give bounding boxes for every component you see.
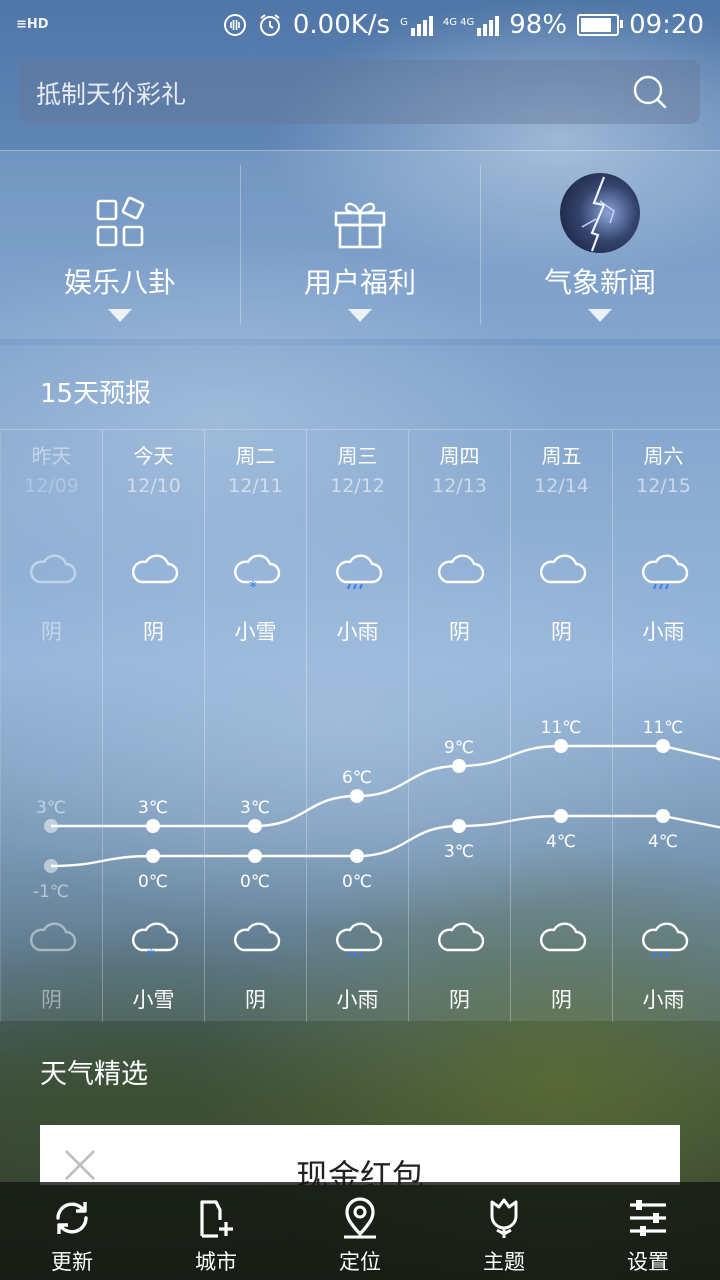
lightning-thumbnail xyxy=(560,173,640,253)
ad-card[interactable]: 现金红包 xyxy=(40,1125,680,1185)
nav-label: 主题 xyxy=(483,1250,525,1274)
high-temp-label: 11℃ xyxy=(643,718,684,738)
vibrate-icon xyxy=(223,14,246,36)
low-temp-point xyxy=(146,849,160,863)
status-bar: ≡HD 0.00K/s G 4G 4G 98% 09:20 xyxy=(0,0,720,50)
forecast-title: 15天预报 xyxy=(40,379,152,409)
weather-picks-title: 天气精选 xyxy=(40,1059,148,1090)
high-temp-label: 11℃ xyxy=(541,718,582,738)
low-temp-point xyxy=(656,809,670,823)
high-temp-point xyxy=(350,789,364,803)
low-temp-point xyxy=(44,859,58,873)
high-temp-label: 3℃ xyxy=(138,798,168,818)
category-label: 用户福利 xyxy=(303,266,416,299)
high-temp-point xyxy=(554,739,568,753)
high-temp-point xyxy=(452,759,466,773)
low-temp-label: 4℃ xyxy=(648,832,678,852)
low-temp-label: 3℃ xyxy=(444,842,474,862)
low-temp-label: 0℃ xyxy=(342,872,372,892)
low-temp-label: 0℃ xyxy=(138,872,168,892)
battery-percent: 98% xyxy=(509,10,568,40)
gift-icon xyxy=(334,202,386,249)
forecast-panel: 15天预报 周六 12/15 小雨 小雨 周五 12/14 阴阴周四 12/13 阴阴周三 12/… xyxy=(0,345,720,1022)
chevron-down-icon xyxy=(588,309,612,322)
high-temp-point xyxy=(248,819,262,833)
high-temp-label: 6℃ xyxy=(342,768,372,788)
ad-title: 现金红包 xyxy=(295,1157,424,1185)
high-temp-label: 3℃ xyxy=(240,798,270,818)
category-label: 气象新闻 xyxy=(543,266,656,299)
forecast-grid[interactable]: 周六 12/15 小雨 小雨 周五 12/14 阴阴周四 12/13 阴阴周三 12/12 小雨 小雨… xyxy=(0,429,720,1022)
low-temp-point xyxy=(350,849,364,863)
low-temp-label: 0℃ xyxy=(240,872,270,892)
low-temp-label: -1℃ xyxy=(33,882,69,902)
signal-icon-2: 4G 4G xyxy=(443,14,500,36)
nav-label: 城市 xyxy=(195,1250,237,1274)
nav-label: 设置 xyxy=(627,1250,669,1274)
high-temp-point xyxy=(656,739,670,753)
chevron-down-icon xyxy=(348,309,372,322)
category-weather-news[interactable]: 气象新闻 xyxy=(480,151,720,339)
high-temp-label: 9℃ xyxy=(444,738,474,758)
theme-flower-icon xyxy=(490,1198,518,1238)
chevron-down-icon xyxy=(108,309,132,322)
alarm-icon xyxy=(259,14,280,36)
search-bar[interactable]: 抵制天价彩礼 xyxy=(20,60,700,124)
high-temp-label: 3℃ xyxy=(36,798,66,818)
high-temp-point xyxy=(44,819,58,833)
battery-icon xyxy=(577,14,624,36)
nav-refresh[interactable]: 更新 xyxy=(0,1182,144,1280)
category-label: 娱乐八卦 xyxy=(63,266,176,299)
low-temp-point xyxy=(452,819,466,833)
search-icon[interactable] xyxy=(632,74,668,110)
low-temp-label: 4℃ xyxy=(546,832,576,852)
search-input[interactable]: 抵制天价彩礼 xyxy=(36,75,186,111)
nav-location[interactable]: 定位 xyxy=(288,1182,432,1280)
high-temp-point xyxy=(146,819,160,833)
net-speed: 0.00K/s xyxy=(292,10,391,40)
location-icon xyxy=(344,1197,376,1239)
apps-icon xyxy=(96,196,145,247)
nav-label: 定位 xyxy=(339,1250,381,1274)
temperature-chart: 3℃ -1℃ 3℃ 0℃ 3℃ 0℃ 6℃ 0℃ 9℃ 3℃ 11℃ 4℃ 11℃ 4℃ xyxy=(33,718,720,902)
nav-label: 更新 xyxy=(51,1250,93,1274)
clock: 09:20 xyxy=(629,10,704,40)
low-temp-point xyxy=(554,809,568,823)
settings-sliders-icon xyxy=(630,1200,666,1236)
nav-theme[interactable]: 主题 xyxy=(432,1182,576,1280)
refresh-icon xyxy=(56,1202,88,1234)
nav-settings[interactable]: 设置 xyxy=(576,1182,720,1280)
city-add-icon xyxy=(200,1200,233,1238)
signal-icon: G xyxy=(400,14,433,36)
category-bar: 娱乐八卦 用户福利 气象新闻 xyxy=(0,150,720,339)
category-entertainment[interactable]: 娱乐八卦 xyxy=(0,151,240,339)
bottom-nav: 更新 城市 定位 主题 设置 xyxy=(0,1182,720,1280)
hd-indicator: ≡HD xyxy=(16,17,49,32)
low-temp-point xyxy=(248,849,262,863)
nav-city[interactable]: 城市 xyxy=(144,1182,288,1280)
category-welfare[interactable]: 用户福利 xyxy=(240,151,480,339)
